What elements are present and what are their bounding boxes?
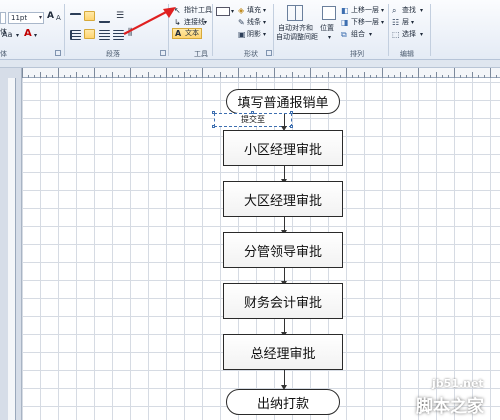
shape-gallery[interactable] — [216, 7, 230, 16]
find-icon[interactable]: ⌕ — [392, 6, 396, 15]
flowchart-start-label: 填写普通报销单 — [237, 96, 329, 111]
chevron-down-icon: ▾ — [231, 8, 235, 15]
fill-button[interactable]: 填充 — [247, 6, 261, 15]
shadow-icon[interactable]: ▣ — [238, 30, 246, 39]
align-right-icon[interactable] — [99, 30, 110, 40]
watermark-url: jb51.net — [432, 377, 484, 390]
font-name-combo[interactable] — [0, 12, 6, 24]
paragraph-dialog-launcher-icon[interactable] — [160, 50, 166, 56]
bring-forward-button[interactable]: 上移一层 — [351, 6, 379, 15]
chevron-down-icon: ▾ — [369, 31, 373, 38]
chevron-down-icon: ▾ — [328, 34, 332, 41]
line-button[interactable]: 线条 — [247, 18, 261, 27]
select-icon[interactable]: ⬚ — [392, 30, 400, 39]
ribbon-bottom-strip — [0, 60, 500, 68]
selection-handle[interactable] — [212, 125, 215, 128]
font-group-label: 体 — [0, 50, 7, 58]
separator — [430, 4, 431, 56]
chevron-down-icon: ▾ — [381, 19, 385, 26]
flowchart-step-label: 总经理审批 — [250, 346, 316, 362]
separator — [212, 4, 213, 56]
position-button[interactable]: 位置 — [320, 24, 334, 33]
edit-group-label: 编辑 — [400, 50, 414, 58]
chevron-down-icon: ▾ — [16, 32, 20, 39]
auto-align-button[interactable]: 自动对齐和 — [278, 24, 313, 33]
flowchart-end-label: 出纳打款 — [256, 396, 309, 412]
auto-align-button-line2: 自动调整间距 — [276, 33, 318, 41]
chevron-down-icon: ▾ — [38, 14, 42, 21]
chevron-down-icon: ▾ — [411, 19, 415, 26]
tools-group-label: 工具 — [194, 50, 208, 58]
text-tool-label: 文本 — [185, 29, 199, 37]
flowchart-step-3[interactable]: 分管领导审批 — [223, 232, 343, 268]
chevron-down-icon: ▾ — [263, 7, 267, 14]
watermark-brand: 脚本之家 — [416, 397, 484, 417]
font-size-grow-icon[interactable]: A — [47, 12, 54, 21]
position-icon[interactable] — [322, 6, 336, 20]
change-case-button[interactable]: Aa — [2, 30, 12, 39]
line-icon[interactable]: ✎ — [238, 18, 245, 27]
shadow-button[interactable]: 阴影 — [247, 30, 261, 39]
font-size-combo[interactable]: 11pt ▾ — [8, 12, 44, 24]
layer-button[interactable]: 层 — [402, 18, 409, 27]
ribbon: 11pt ▾ A A 体 Aa ▾ A ▾ 体 ☰ ⫼ 段落 ↖ 指针工具 ↳ … — [0, 0, 500, 60]
align-left-icon[interactable] — [70, 30, 81, 40]
arrange-group-label: 排列 — [350, 50, 364, 58]
chevron-down-icon: ▾ — [381, 7, 385, 14]
flowchart-end-node[interactable]: 出纳打款 — [226, 389, 340, 415]
find-button[interactable]: 查找 — [402, 6, 416, 15]
font-color-icon[interactable]: A — [24, 29, 32, 39]
annotation-arrow — [123, 7, 176, 35]
chevron-down-icon: ▾ — [420, 7, 424, 14]
flowchart-step-4[interactable]: 财务会计审批 — [223, 283, 343, 319]
fill-icon[interactable]: ◈ — [238, 6, 244, 15]
flowchart-step-2[interactable]: 大区经理审批 — [223, 181, 343, 217]
send-backward-button[interactable]: 下移一层 — [351, 18, 379, 27]
flowchart-start-node[interactable]: 填写普通报销单 — [226, 89, 340, 114]
chevron-down-icon: ▾ — [204, 19, 208, 26]
flowchart-step-1[interactable]: 小区经理审批 — [223, 130, 343, 166]
select-button[interactable]: 选择 — [402, 30, 416, 39]
shape-group-label: 形状 — [244, 50, 258, 58]
selection-handle[interactable] — [290, 111, 293, 114]
bring-forward-icon[interactable]: ◧ — [341, 6, 349, 15]
align-top-icon[interactable] — [70, 13, 81, 23]
group-icon[interactable]: ⧉ — [341, 30, 347, 39]
group-button[interactable]: 组合 — [351, 30, 365, 39]
selection-handle[interactable] — [251, 111, 254, 114]
layer-icon[interactable]: ☷ — [392, 18, 399, 27]
paragraph-group-label: 段落 — [106, 50, 120, 58]
flowchart-step-5[interactable]: 总经理审批 — [223, 334, 343, 370]
selection-handle[interactable] — [290, 125, 293, 128]
textbox-label: 提交至 — [241, 115, 265, 124]
selected-textbox[interactable]: 提交至 — [214, 113, 292, 127]
flowchart-step-label: 财务会计审批 — [243, 295, 322, 311]
font-size-value: 11pt — [11, 14, 28, 22]
connector-tool-button[interactable]: 连接线 — [184, 18, 205, 27]
send-backward-icon[interactable]: ◨ — [341, 18, 349, 27]
align-middle-icon[interactable] — [84, 11, 95, 21]
chevron-down-icon: ▾ — [34, 32, 38, 39]
separator — [64, 4, 65, 56]
pointer-tool-button[interactable]: 指针工具 — [184, 6, 212, 15]
selection-handle[interactable] — [212, 111, 215, 114]
chevron-down-icon: ▾ — [420, 31, 424, 38]
chevron-down-icon: ▾ — [263, 31, 267, 38]
font-size-shrink-icon[interactable]: A — [56, 14, 61, 23]
shape-dialog-launcher-icon[interactable] — [266, 50, 272, 56]
flowchart-step-label: 小区经理审批 — [243, 142, 322, 158]
separator — [273, 4, 274, 56]
auto-align-icon[interactable] — [287, 5, 303, 21]
flowchart-step-label: 大区经理审批 — [243, 193, 322, 209]
chevron-down-icon: ▾ — [263, 19, 267, 26]
align-center-icon[interactable] — [84, 29, 95, 39]
vertical-ruler — [8, 78, 16, 420]
font-dialog-launcher-icon[interactable] — [55, 50, 61, 56]
separator — [388, 4, 389, 56]
ruler-ticks — [22, 68, 497, 78]
flowchart-step-label: 分管领导审批 — [243, 244, 322, 260]
align-bottom-icon[interactable] — [99, 13, 110, 23]
